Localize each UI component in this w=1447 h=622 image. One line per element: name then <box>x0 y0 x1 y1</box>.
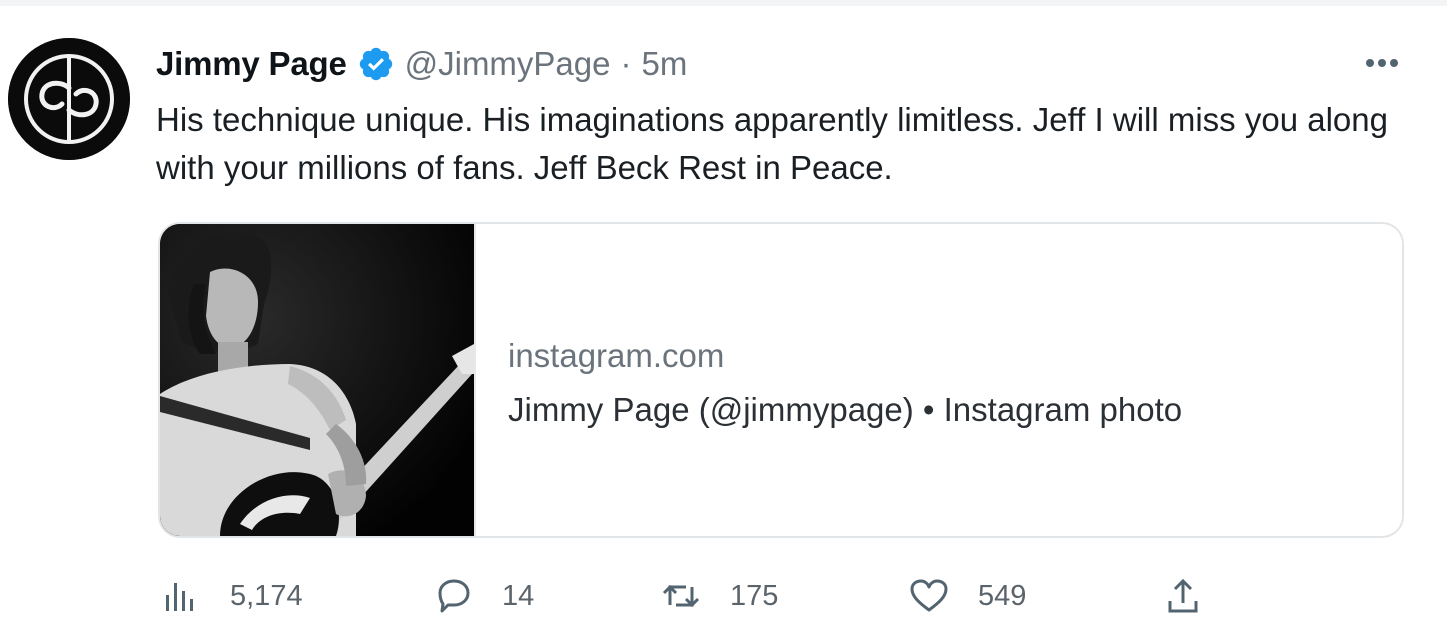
handle[interactable]: @JimmyPage <box>405 45 611 83</box>
like-button[interactable]: 549 <box>908 574 1026 618</box>
heart-icon <box>908 575 950 617</box>
verified-badge-icon <box>357 45 395 83</box>
link-card[interactable]: instagram.com Jimmy Page (@jimmypage) • … <box>158 222 1404 538</box>
retweet-icon <box>660 575 702 617</box>
retweet-count: 175 <box>730 579 779 612</box>
reply-bubble-icon <box>432 575 474 617</box>
more-dots-icon[interactable] <box>1358 48 1406 78</box>
views-button[interactable]: 5,174 <box>160 574 303 618</box>
tweet[interactable]: Jimmy Page @JimmyPage · 5m His technique… <box>0 0 1447 620</box>
card-domain: instagram.com <box>508 337 725 374</box>
timestamp[interactable]: 5m <box>642 45 688 83</box>
like-count: 549 <box>978 579 1027 612</box>
card-photo[interactable] <box>160 224 474 536</box>
reply-button[interactable]: 14 <box>432 574 534 618</box>
views-count: 5,174 <box>230 579 303 612</box>
top-divider <box>0 0 1447 6</box>
share-upload-icon <box>1162 575 1204 617</box>
reply-count: 14 <box>502 579 535 612</box>
views-chart-icon <box>160 575 202 617</box>
tweet-text: His technique unique. His imaginations a… <box>156 101 1388 186</box>
action-bar: 5,174 14 175 549 <box>160 574 1260 618</box>
tweet-header: Jimmy Page @JimmyPage · 5m <box>156 42 687 86</box>
share-button[interactable] <box>1162 574 1204 618</box>
card-divider <box>474 224 476 536</box>
avatar[interactable] <box>8 38 130 160</box>
card-title: Jimmy Page (@jimmypage) • Instagram phot… <box>508 391 1183 428</box>
retweet-button[interactable]: 175 <box>660 574 778 618</box>
display-name[interactable]: Jimmy Page <box>156 45 347 83</box>
jp-monogram-logo <box>8 38 130 160</box>
separator-dot: · <box>620 45 632 82</box>
guitarist-photo <box>160 224 474 536</box>
